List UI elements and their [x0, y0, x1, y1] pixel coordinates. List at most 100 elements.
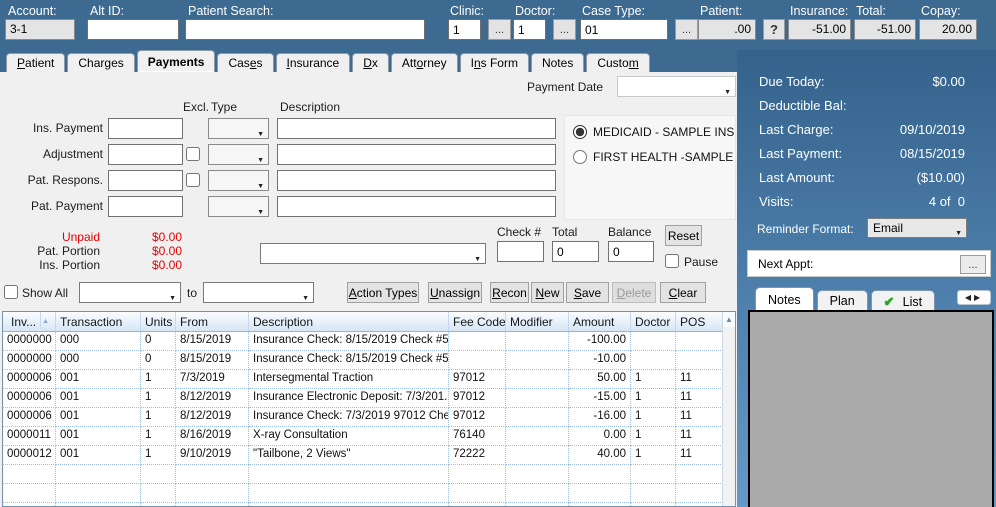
table-row[interactable]: 0000006 001 1 8/12/2019 Insurance Electr… — [3, 389, 735, 408]
tab-list-pane[interactable]: ✔ List — [870, 290, 936, 310]
last-charge-value: 09/10/2019 — [899, 122, 965, 137]
payments-panel: Payment Date 9 / 27 / 2019 ▼ Excl. Type … — [0, 72, 757, 507]
table-row[interactable]: 0000011 001 1 8/16/2019 X-ray Consultati… — [3, 427, 735, 446]
action-types-button[interactable]: Action Types — [347, 282, 419, 303]
column-header-doctor[interactable]: Doctor — [631, 312, 676, 331]
last-payment-label: Last Payment: — [759, 146, 843, 161]
chevron-down-icon: ▼ — [169, 295, 176, 302]
ins-payment-description-input[interactable] — [277, 118, 556, 139]
reset-button[interactable]: Reset — [665, 225, 702, 246]
alt-id-field[interactable] — [87, 19, 179, 40]
adjustment-excl-checkbox[interactable] — [186, 147, 200, 161]
column-header-modifier[interactable]: Modifier — [506, 312, 569, 331]
next-appt-browse-button[interactable]: ... — [960, 255, 986, 274]
pat-respons-type-combo[interactable]: PX ▼ — [208, 170, 269, 191]
tab-dx[interactable]: Dx — [352, 53, 389, 72]
adjustment-description-input[interactable] — [277, 144, 556, 165]
cell-from: 7/3/2019 — [176, 370, 249, 389]
deductible-row: Deductible Bal: — [737, 98, 996, 116]
tab-patient[interactable]: Patient — [6, 53, 66, 72]
insurance-company-combo[interactable]: Please select an insurance company ▼ — [260, 243, 486, 264]
check-number-input[interactable] — [497, 241, 544, 262]
table-row[interactable]: 0000006 001 1 7/3/2019 Intersegmental Tr… — [3, 370, 735, 389]
unassign-button[interactable]: Unassign — [428, 282, 482, 303]
cell-units: 1 — [141, 427, 176, 446]
insurance-option-first-health[interactable]: FIRST HEALTH -SAMPLE INS — [573, 150, 757, 164]
tab-scroll-arrows[interactable]: ◀▶ — [957, 290, 991, 305]
cell-description: "Tailbone, 2 Views" — [249, 446, 449, 465]
tab-notes-pane[interactable]: Notes — [755, 287, 814, 310]
last-payment-row: Last Payment: 08/15/2019 — [737, 146, 996, 164]
new-button[interactable]: New — [531, 282, 564, 303]
clinic-field[interactable] — [448, 19, 481, 40]
scroll-left-icon[interactable]: ◀ — [965, 293, 974, 302]
ins-payment-amount-input[interactable] — [108, 118, 183, 139]
table-row[interactable]: 0000000 000 0 8/15/2019 Insurance Check:… — [3, 332, 735, 351]
column-header-amount[interactable]: Amount — [569, 312, 631, 331]
pat-respons-excl-checkbox[interactable] — [186, 173, 200, 187]
pat-respons-description-input[interactable] — [277, 170, 556, 191]
cell-fee-code: 97012 — [449, 389, 506, 408]
save-button[interactable]: Save — [566, 282, 609, 303]
tab-notes[interactable]: Notes — [530, 53, 585, 72]
alt-id-label: Alt ID: — [90, 4, 125, 18]
case-type-browse-button[interactable]: ... — [675, 19, 698, 40]
check-total-input[interactable] — [552, 241, 599, 262]
tab-cases[interactable]: Cases — [217, 53, 274, 72]
tab-custom[interactable]: Custom — [586, 53, 650, 72]
pat-respons-amount-input[interactable] — [108, 170, 183, 191]
scroll-right-icon[interactable]: ▶ — [974, 293, 983, 302]
ins-payment-type-combo[interactable]: IN ▼ — [208, 118, 269, 139]
column-header-fee-code[interactable]: Fee Code — [449, 312, 506, 331]
scroll-up-icon[interactable]: ▲ — [723, 312, 735, 327]
table-header-row: Inv... ▲ Transaction Units From Descript… — [3, 312, 735, 332]
tab-attorney[interactable]: Attorney — [390, 53, 458, 72]
cell-invoice: 0000012 — [3, 446, 56, 465]
table-row[interactable]: 0000000 000 0 8/15/2019 Insurance Check:… — [3, 351, 735, 370]
pat-payment-type-combo[interactable]: PA ▼ — [208, 196, 269, 217]
tab-insurance[interactable]: Insurance — [275, 53, 351, 72]
tab-ins-form[interactable]: Ins Form — [459, 53, 529, 72]
pat-payment-description-input[interactable] — [277, 196, 556, 217]
column-header-units[interactable]: Units — [141, 312, 176, 331]
clear-button[interactable]: Clear — [660, 282, 706, 303]
pat-payment-amount-input[interactable] — [108, 196, 183, 217]
table-row[interactable]: 0000006 001 1 8/12/2019 Insurance Check:… — [3, 408, 735, 427]
date-from-combo[interactable]: / / ▼ — [79, 282, 181, 303]
doctor-browse-button[interactable]: ... — [553, 19, 576, 40]
show-all-checkbox[interactable] — [4, 285, 18, 299]
balance-input[interactable] — [608, 241, 654, 262]
table-vertical-scrollbar[interactable]: ▲ — [722, 312, 735, 506]
adjustment-type-combo[interactable]: IA ▼ — [208, 144, 269, 165]
medicaid-radio[interactable] — [573, 125, 587, 139]
cell-modifier — [506, 332, 569, 351]
patient-help-button[interactable]: ? — [763, 19, 785, 40]
tab-plan-pane[interactable]: Plan — [816, 290, 868, 310]
total-label: Total: — [856, 4, 886, 18]
pause-checkbox[interactable] — [665, 254, 679, 268]
clinic-browse-button[interactable]: ... — [488, 19, 511, 40]
adjustment-amount-input[interactable] — [108, 144, 183, 165]
column-header-from[interactable]: From — [176, 312, 249, 331]
delete-button[interactable]: Delete — [612, 282, 656, 303]
tab-payments[interactable]: Payments — [136, 50, 216, 72]
doctor-field[interactable] — [513, 19, 546, 40]
first-health-radio[interactable] — [573, 150, 587, 164]
column-header-inv[interactable]: Inv... ▲ — [3, 312, 56, 331]
recon-button[interactable]: Recon — [490, 282, 529, 303]
adjustment-label: Adjustment — [42, 147, 103, 161]
column-header-transaction[interactable]: Transaction — [56, 312, 141, 331]
payment-date-combo[interactable]: 9 / 27 / 2019 ▼ — [617, 76, 736, 97]
patient-search-input[interactable] — [185, 19, 425, 40]
date-to-combo[interactable]: 9 / 27 / 2019 ▼ — [203, 282, 314, 303]
green-check-icon: ✔ — [883, 295, 895, 309]
reminder-format-combo[interactable]: Email ▼ — [867, 218, 967, 238]
notes-content-area[interactable] — [748, 310, 994, 507]
tab-charges[interactable]: Charges — [67, 53, 135, 72]
case-type-field[interactable] — [580, 19, 668, 40]
cell-modifier — [506, 427, 569, 446]
unpaid-value: $0.00 — [151, 230, 182, 244]
column-header-description[interactable]: Description — [249, 312, 449, 331]
insurance-option-medicaid[interactable]: MEDICAID - SAMPLE INS — [573, 125, 734, 139]
table-row[interactable]: 0000012 001 1 9/10/2019 "Tailbone, 2 Vie… — [3, 446, 735, 465]
